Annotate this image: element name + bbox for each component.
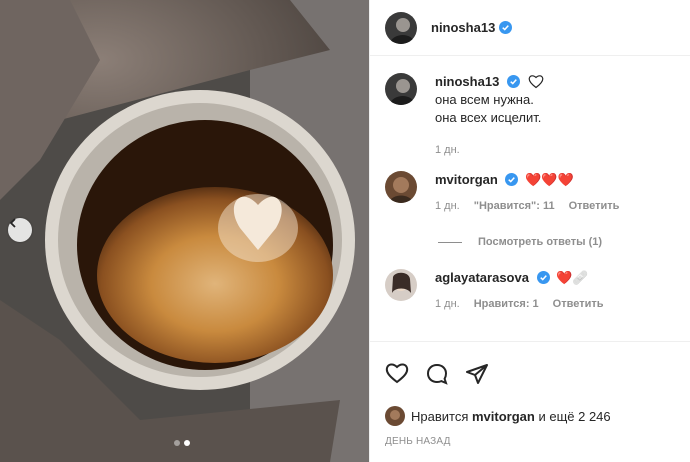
author-avatar[interactable] <box>385 73 417 105</box>
caption-line: она всех исцелит. <box>435 110 542 125</box>
commenter-avatar[interactable] <box>385 269 417 301</box>
comment-likes-count[interactable]: Нравится: 1 <box>474 295 539 313</box>
caption-line: она всем нужна. <box>435 92 534 107</box>
comment-username[interactable]: aglayatarasova <box>435 270 529 285</box>
replies-divider <box>438 241 462 243</box>
post-caption: ninosha13 она всем нужна. она всех исцел… <box>385 73 680 159</box>
view-replies-button[interactable]: Посмотреть ответы (1) <box>438 236 602 248</box>
action-buttons <box>370 342 690 391</box>
caption-username[interactable]: ninosha13 <box>435 74 499 89</box>
share-button[interactable] <box>465 362 489 391</box>
commenter-avatar[interactable] <box>385 171 417 203</box>
coffee-cup-image <box>0 0 369 462</box>
comment-likes-count[interactable]: "Нравится": 11 <box>474 197 555 215</box>
reply-button[interactable]: Ответить <box>553 295 604 313</box>
post-header: ninosha13 <box>370 0 690 56</box>
author-avatar[interactable] <box>385 11 417 44</box>
carousel-dot <box>174 440 180 446</box>
comments-section: ninosha13 она всем нужна. она всех исцел… <box>370 57 690 340</box>
comment-age: 1 дн. <box>435 200 460 212</box>
likes-suffix[interactable]: и ещё 2 246 <box>538 409 610 424</box>
comment-item: aglayatarasova ❤️🩹 1 дн. Нравится: 1 Отв… <box>385 269 680 313</box>
heart-outline-icon[interactable] <box>528 74 544 89</box>
carousel-dot-active <box>184 440 190 446</box>
post-actions-section: Нравится mvitorgan и ещё 2 246 ДЕНЬ НАЗА… <box>370 341 690 462</box>
comment-text: ❤️❤️❤️ <box>525 172 574 187</box>
comment-age: 1 дн. <box>435 298 460 310</box>
paper-plane-icon <box>466 364 488 384</box>
heart-icon <box>385 363 409 384</box>
comment-button[interactable] <box>425 362 449 391</box>
verified-badge-icon <box>499 21 513 34</box>
carousel-indicator <box>174 440 190 446</box>
comment-item: mvitorgan ❤️❤️❤️ 1 дн. "Нравится": 11 От… <box>385 171 680 215</box>
comment-bubble-icon <box>426 363 448 385</box>
post-side-panel: ninosha13 ninosha13 она всем нужна. она … <box>369 0 690 462</box>
comment-text: ❤️🩹 <box>556 270 589 285</box>
previous-slide-button[interactable] <box>8 218 32 242</box>
liker-username[interactable]: mvitorgan <box>472 409 535 424</box>
verified-badge-icon <box>536 271 550 284</box>
view-replies-label: Посмотреть ответы (1) <box>478 236 603 248</box>
chevron-left-icon <box>9 218 16 228</box>
liker-avatar[interactable] <box>385 406 405 426</box>
post-photo <box>0 0 369 462</box>
likes-summary: Нравится mvitorgan и ещё 2 246 <box>385 406 611 426</box>
comment-username[interactable]: mvitorgan <box>435 172 498 187</box>
reply-button[interactable]: Ответить <box>569 197 620 215</box>
author-username[interactable]: ninosha13 <box>431 20 495 35</box>
caption-age: 1 дн. <box>435 144 460 156</box>
verified-badge-icon <box>505 173 519 186</box>
verified-badge-icon <box>506 75 520 88</box>
likes-prefix: Нравится <box>411 408 469 424</box>
post-timestamp: ДЕНЬ НАЗАД <box>385 436 451 447</box>
like-button[interactable] <box>385 362 409 391</box>
